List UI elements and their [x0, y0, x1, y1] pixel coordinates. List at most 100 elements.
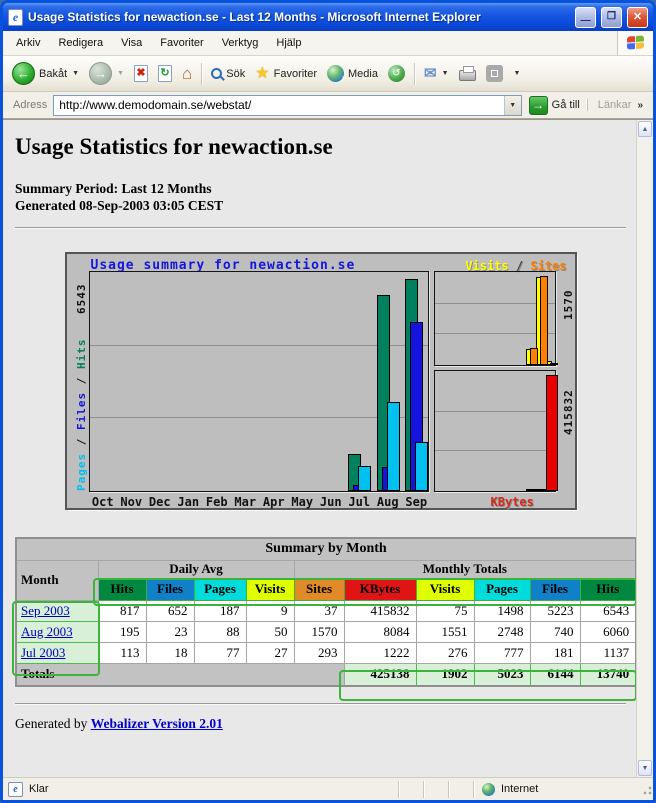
fullscreen-button[interactable]	[482, 63, 507, 84]
month-link-cell[interactable]: Aug 2003	[16, 621, 98, 642]
toolbar: ← Bakåt ▼ → ▼ ✖ ↻ ⌂ Sök ★ Favoriter ♪ Me…	[3, 56, 653, 92]
links-chevron-icon[interactable]: »	[637, 100, 643, 111]
back-button[interactable]: ← Bakåt ▼	[8, 60, 83, 87]
close-button[interactable]: ✕	[627, 7, 648, 28]
cell-value: 113	[98, 642, 146, 663]
resize-grip[interactable]	[640, 783, 653, 796]
toolbar-overflow-button[interactable]: ▼	[509, 68, 525, 79]
table-row-jul-2003: Jul 2003 113 18 77 27 293 1222 276 777 1…	[16, 642, 636, 663]
menu-arkiv[interactable]: Arkiv	[7, 31, 49, 55]
window-title: Usage Statistics for newaction.se - Last…	[28, 10, 570, 24]
month-link-jul[interactable]: Jul 2003	[21, 645, 65, 660]
favorites-star-icon: ★	[255, 66, 269, 82]
cell-value: 187	[194, 600, 246, 621]
go-label: Gå till	[552, 99, 580, 111]
divider-rule	[15, 703, 626, 705]
cell-value: 8084	[344, 621, 416, 642]
history-button[interactable]: ↺	[384, 63, 409, 84]
axis-pages-label: Pages	[75, 453, 88, 491]
cell-value: 415832	[344, 600, 416, 621]
kbytes-bar	[546, 375, 558, 491]
search-button[interactable]: Sök	[207, 66, 249, 82]
total-hits: 13740	[580, 663, 636, 686]
cell-value: 27	[246, 642, 294, 663]
webalizer-link[interactable]: Webalizer Version 2.01	[91, 716, 223, 731]
summary-period-text: Summary Period: Last 12 Months	[15, 180, 626, 197]
media-globe-icon: ♪	[327, 65, 344, 82]
totals-row: Totals 425138 1902 5023 6144 13740	[16, 663, 636, 686]
visits-sites-panel	[434, 271, 556, 366]
pages-bar	[358, 466, 371, 491]
x-axis-month-label: Jan	[174, 495, 203, 509]
forward-button[interactable]: → ▼	[85, 60, 128, 87]
menu-visa[interactable]: Visa	[112, 31, 151, 55]
address-input[interactable]	[54, 98, 503, 112]
mail-dropdown-icon[interactable]: ▼	[442, 70, 449, 77]
total-pages: 5023	[474, 663, 530, 686]
forward-dropdown-icon: ▼	[117, 70, 124, 77]
home-icon: ⌂	[182, 65, 192, 82]
colored-header-row: Hits Files Pages Visits Sites KBytes Vis…	[16, 578, 636, 600]
summary-by-month-table: Summary by Month Month Daily Avg Monthly…	[15, 537, 636, 687]
search-icon	[211, 68, 222, 79]
table-title: Summary by Month	[16, 538, 636, 560]
windows-logo	[617, 31, 653, 55]
menu-hjalp[interactable]: Hjälp	[267, 31, 310, 55]
scroll-down-icon[interactable]: ▼	[638, 760, 652, 776]
toolbar-divider	[414, 63, 415, 85]
forward-icon: →	[89, 62, 112, 85]
x-axis-month-label: May	[288, 495, 317, 509]
address-input-box[interactable]: ▼	[53, 95, 521, 116]
media-label: Media	[348, 68, 378, 80]
status-bar: e Klar Internet	[3, 777, 653, 800]
cell-value: 817	[98, 600, 146, 621]
cell-value: 1551	[416, 621, 474, 642]
favorites-button[interactable]: ★ Favoriter	[251, 64, 321, 84]
month-link-cell[interactable]: Sep 2003	[16, 600, 98, 621]
home-button[interactable]: ⌂	[178, 63, 196, 84]
stop-button[interactable]: ✖	[130, 63, 152, 84]
cell-value: 37	[294, 600, 344, 621]
go-button[interactable]: → Gå till	[522, 96, 587, 115]
maximize-button[interactable]: ❐	[601, 7, 622, 28]
back-dropdown-icon[interactable]: ▼	[72, 70, 79, 77]
left-axis-series-label: Pages / Files / Hits	[75, 339, 88, 492]
month-link-sep[interactable]: Sep 2003	[21, 603, 70, 618]
cell-value: 88	[194, 621, 246, 642]
cell-value: 652	[146, 600, 194, 621]
media-button[interactable]: ♪ Media	[323, 63, 382, 84]
left-axis-max-label: 6543	[75, 284, 88, 315]
cell-value: 75	[416, 600, 474, 621]
cell-value: 5223	[530, 600, 580, 621]
menu-redigera[interactable]: Redigera	[49, 31, 112, 55]
x-axis-month-label: Dec	[146, 495, 175, 509]
vertical-scrollbar[interactable]: ▲ ▼	[636, 120, 653, 777]
scroll-up-icon[interactable]: ▲	[638, 121, 652, 137]
month-link-cell[interactable]: Jul 2003	[16, 642, 98, 663]
cell-value: 181	[530, 642, 580, 663]
links-toolbar[interactable]: Länkar »	[587, 99, 649, 111]
axis-slash: /	[75, 430, 88, 453]
month-link-aug[interactable]: Aug 2003	[21, 624, 73, 639]
page-title: Usage Statistics for newaction.se	[15, 134, 626, 160]
address-dropdown-icon[interactable]: ▼	[504, 96, 521, 115]
mail-envelope-icon: ✉	[424, 66, 437, 81]
total-visits: 1902	[416, 663, 474, 686]
kbytes-axis-label: KBytes	[491, 495, 534, 509]
axis-slash: /	[75, 369, 88, 392]
x-axis-month-label: Oct	[89, 495, 118, 509]
right-top-axis-max-label: 1570	[562, 290, 575, 321]
mail-button[interactable]: ✉ ▼	[420, 64, 453, 83]
refresh-button[interactable]: ↻	[154, 63, 176, 84]
printer-icon	[459, 70, 476, 81]
cell-value: 1222	[344, 642, 416, 663]
minimize-button[interactable]: —	[575, 7, 596, 28]
menu-verktyg[interactable]: Verktyg	[213, 31, 268, 55]
print-button[interactable]	[455, 64, 480, 83]
hits-files-pages-panel	[89, 271, 429, 492]
cell-value: 276	[416, 642, 474, 663]
cell-value: 1498	[474, 600, 530, 621]
menu-favoriter[interactable]: Favoriter	[151, 31, 212, 55]
cell-value: 1570	[294, 621, 344, 642]
daily-avg-group-header: Daily Avg	[98, 560, 294, 578]
